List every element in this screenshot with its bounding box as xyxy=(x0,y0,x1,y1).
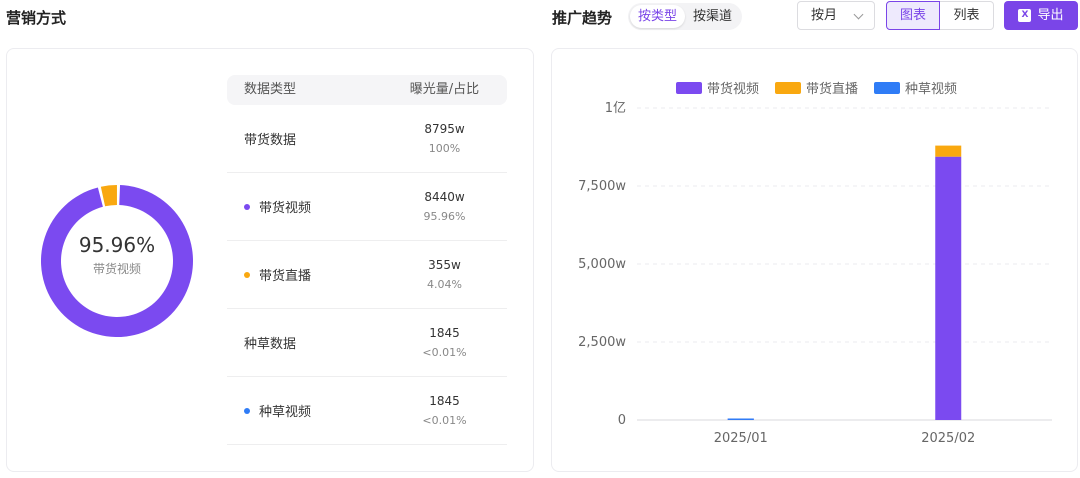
legend-item[interactable]: 带货直播 xyxy=(775,78,858,97)
row-percent: <0.01% xyxy=(422,346,467,359)
marketing-table: 数据类型 曝光量/占比 带货数据 8795w 100% 带货视频 8440w 95.96%… xyxy=(227,75,507,445)
table-row: 种草数据 1845 <0.01% xyxy=(227,309,507,377)
row-type: 种草视频 xyxy=(227,401,382,420)
segment-by-channel[interactable]: 按渠道 xyxy=(685,5,740,28)
row-exposure: 8795w 100% xyxy=(382,122,507,155)
row-value: 1845 xyxy=(429,326,460,340)
donut-label: 带货视频 xyxy=(92,262,141,276)
marketing-method-title: 营销方式 xyxy=(6,9,67,27)
legend-swatch xyxy=(676,81,702,94)
period-select[interactable]: 按月 xyxy=(797,1,875,30)
excel-icon: X xyxy=(1018,9,1032,22)
row-exposure: 8440w 95.96% xyxy=(382,190,507,223)
row-type: 带货直播 xyxy=(227,265,382,284)
bar-segment[interactable] xyxy=(727,418,754,420)
dimension-segment: 按类型 按渠道 xyxy=(628,3,743,30)
legend-dot xyxy=(244,407,250,414)
segment-by-type[interactable]: 按类型 xyxy=(630,5,686,28)
table-row: 带货数据 8795w 100% xyxy=(227,105,507,173)
legend-label: 带货视频 xyxy=(707,82,760,97)
row-value: 355w xyxy=(428,258,461,272)
row-percent: 95.96% xyxy=(423,210,466,223)
table-row: 种草视频 1845 <0.01% xyxy=(227,377,507,445)
row-exposure: 1845 <0.01% xyxy=(382,394,507,427)
legend-swatch xyxy=(874,81,901,94)
row-type-label: 带货视频 xyxy=(259,201,312,216)
row-type: 种草数据 xyxy=(227,333,382,352)
row-type: 带货视频 xyxy=(227,197,382,216)
view-chart-button[interactable]: 图表 xyxy=(886,1,940,30)
row-type-label: 带货数据 xyxy=(244,133,297,148)
bar-segment[interactable] xyxy=(935,156,962,420)
donut-percent: 95.96% xyxy=(78,233,156,257)
row-exposure: 355w 4.04% xyxy=(382,258,507,291)
legend-label: 带货直播 xyxy=(806,82,859,97)
export-label: 导出 xyxy=(1037,8,1064,23)
legend-label: 种草视频 xyxy=(905,82,958,97)
x-tick-label: 2025/02 xyxy=(921,431,975,446)
table-row: 带货视频 8440w 95.96% xyxy=(227,173,507,241)
view-toggle: 图表 列表 xyxy=(886,1,994,30)
period-select-value: 按月 xyxy=(811,8,838,23)
row-value: 1845 xyxy=(429,394,460,408)
row-percent: 100% xyxy=(428,142,461,155)
bar-segment[interactable] xyxy=(935,145,962,157)
chart-legend: 带货视频 带货直播 种草视频 xyxy=(676,78,957,97)
row-exposure: 1845 <0.01% xyxy=(382,326,507,359)
row-percent: <0.01% xyxy=(422,414,467,427)
header-data-type: 数据类型 xyxy=(244,82,297,97)
legend-swatch xyxy=(775,81,802,94)
y-tick-label: 5,000w xyxy=(578,257,626,272)
y-tick-label: 1亿 xyxy=(605,101,626,116)
donut-center: 95.96% 带货视频 xyxy=(42,233,192,277)
row-percent: 4.04% xyxy=(427,278,462,291)
trend-bar-chart: 0 2,500w 5,000w 7,500w 1亿 2025/01 2025/02 xyxy=(578,101,1052,446)
y-tick-label: 2,500w xyxy=(578,335,626,350)
promotion-trend-title: 推广趋势 xyxy=(552,9,613,27)
donut-slice xyxy=(100,185,117,207)
view-list-button[interactable]: 列表 xyxy=(940,1,994,30)
export-button[interactable]: X 导出 xyxy=(1004,1,1078,30)
legend-dot xyxy=(244,203,250,210)
legend-item[interactable]: 带货视频 xyxy=(676,78,759,97)
row-value: 8795w xyxy=(424,122,465,136)
y-tick-label: 0 xyxy=(618,413,626,428)
legend-item[interactable]: 种草视频 xyxy=(874,78,957,97)
legend-dot xyxy=(244,271,250,278)
row-type-label: 带货直播 xyxy=(259,269,312,284)
table-row: 带货直播 355w 4.04% xyxy=(227,241,507,309)
table-header: 数据类型 曝光量/占比 xyxy=(227,75,507,105)
x-tick-label: 2025/01 xyxy=(714,431,768,446)
row-type: 带货数据 xyxy=(227,129,382,148)
chevron-down-icon xyxy=(853,9,864,20)
row-value: 8440w xyxy=(424,190,465,204)
row-type-label: 种草数据 xyxy=(244,337,297,352)
row-type-label: 种草视频 xyxy=(259,405,312,420)
y-tick-label: 7,500w xyxy=(578,179,626,194)
header-exposure: 曝光量/占比 xyxy=(409,82,480,97)
